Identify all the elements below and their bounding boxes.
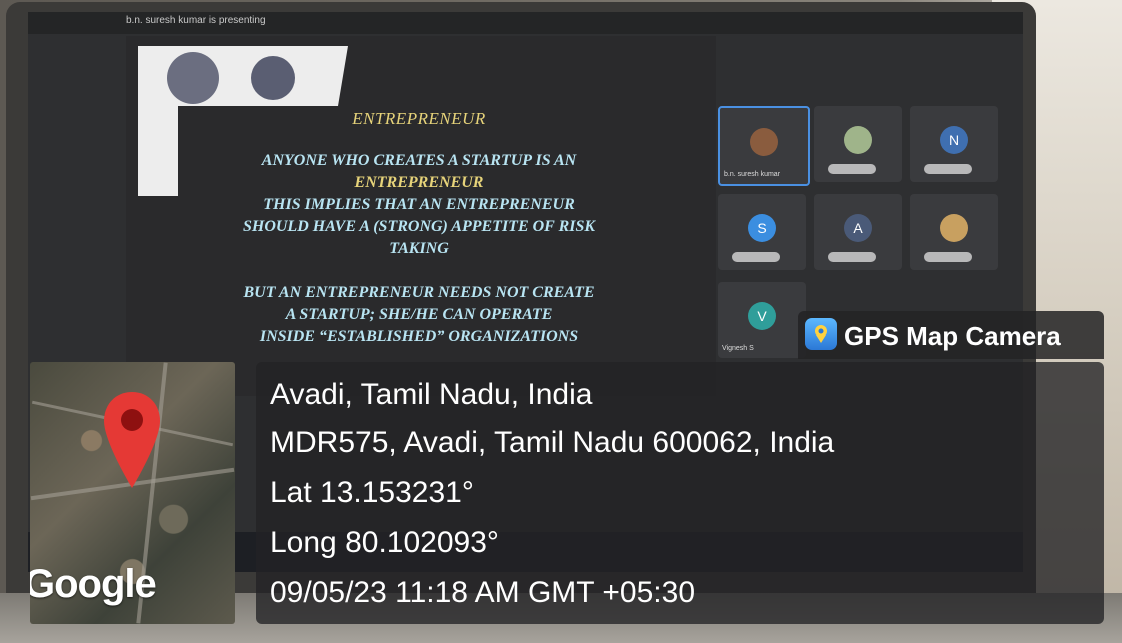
app-badge: GPS Map Camera [798, 311, 1104, 359]
gps-map-camera-icon [805, 318, 837, 350]
participant-name-pill [924, 164, 972, 174]
slide-line: THIS IMPLIES THAT AN ENTREPRENEUR [263, 196, 575, 213]
slide-line: A STARTUP; SHE/HE CAN OPERATE [285, 306, 553, 323]
map-thumbnail: Google [30, 362, 235, 624]
participant-name: b.n. suresh kumar [724, 171, 781, 178]
presenting-bar: b.n. suresh kumar is presenting [28, 12, 1023, 34]
presenting-banner: b.n. suresh kumar is presenting [126, 15, 266, 26]
avatar: A [844, 214, 872, 242]
avatar [844, 126, 872, 154]
slide-line: ANYONE WHO CREATES A STARTUP IS AN [261, 152, 577, 169]
app-name: GPS Map Camera [844, 321, 1061, 351]
photo-scene: b.n. suresh kumar is presenting ENTREPRE… [0, 0, 1122, 643]
slide-content: ENTREPRENEUR ANYONE WHO CREATES A STARTU… [204, 108, 634, 348]
slide-line: TAKING [389, 240, 449, 257]
latitude: Lat 13.153231° [270, 476, 474, 509]
avatar: V [748, 302, 776, 330]
slide-title: ENTREPRENEUR [352, 109, 486, 128]
participant-name-pill [924, 252, 972, 262]
avatar [940, 214, 968, 242]
slide-line: BUT AN ENTREPRENEUR NEEDS NOT CREATE [243, 284, 595, 301]
location-title: Avadi, Tamil Nadu, India [270, 378, 593, 411]
participant-tile[interactable]: A [814, 194, 902, 270]
participant-name-pill [828, 252, 876, 262]
participant-name-pill [732, 252, 780, 262]
slide-line: SHOULD HAVE A (STRONG) APPETITE OF RISK [242, 218, 596, 235]
longitude: Long 80.102093° [270, 526, 499, 559]
participant-tile[interactable]: N [910, 106, 998, 182]
slide-line: ENTREPRENEUR [354, 174, 484, 191]
avatar [750, 128, 778, 156]
location-info-panel: Avadi, Tamil Nadu, India MDR575, Avadi, … [256, 362, 1104, 624]
avatar: N [940, 126, 968, 154]
datetime: 09/05/23 11:18 AM GMT +05:30 [270, 576, 696, 609]
participant-tile[interactable] [814, 106, 902, 182]
address: MDR575, Avadi, Tamil Nadu 600062, India [270, 426, 835, 459]
presentation-slide: ENTREPRENEUR ANYONE WHO CREATES A STARTU… [126, 36, 716, 396]
participant-tile[interactable]: S [718, 194, 806, 270]
avatar: S [748, 214, 776, 242]
participant-tile[interactable] [910, 194, 998, 270]
location-pin-icon [104, 392, 160, 488]
slide-line: INSIDE “ESTABLISHED” ORGANIZATIONS [259, 328, 579, 345]
google-logo: Google [30, 562, 157, 606]
participant-tile[interactable]: V Vignesh S [718, 282, 806, 358]
participant-tile[interactable]: b.n. suresh kumar [718, 106, 810, 186]
participant-name: Vignesh S [722, 345, 754, 352]
participant-name-pill [828, 164, 876, 174]
